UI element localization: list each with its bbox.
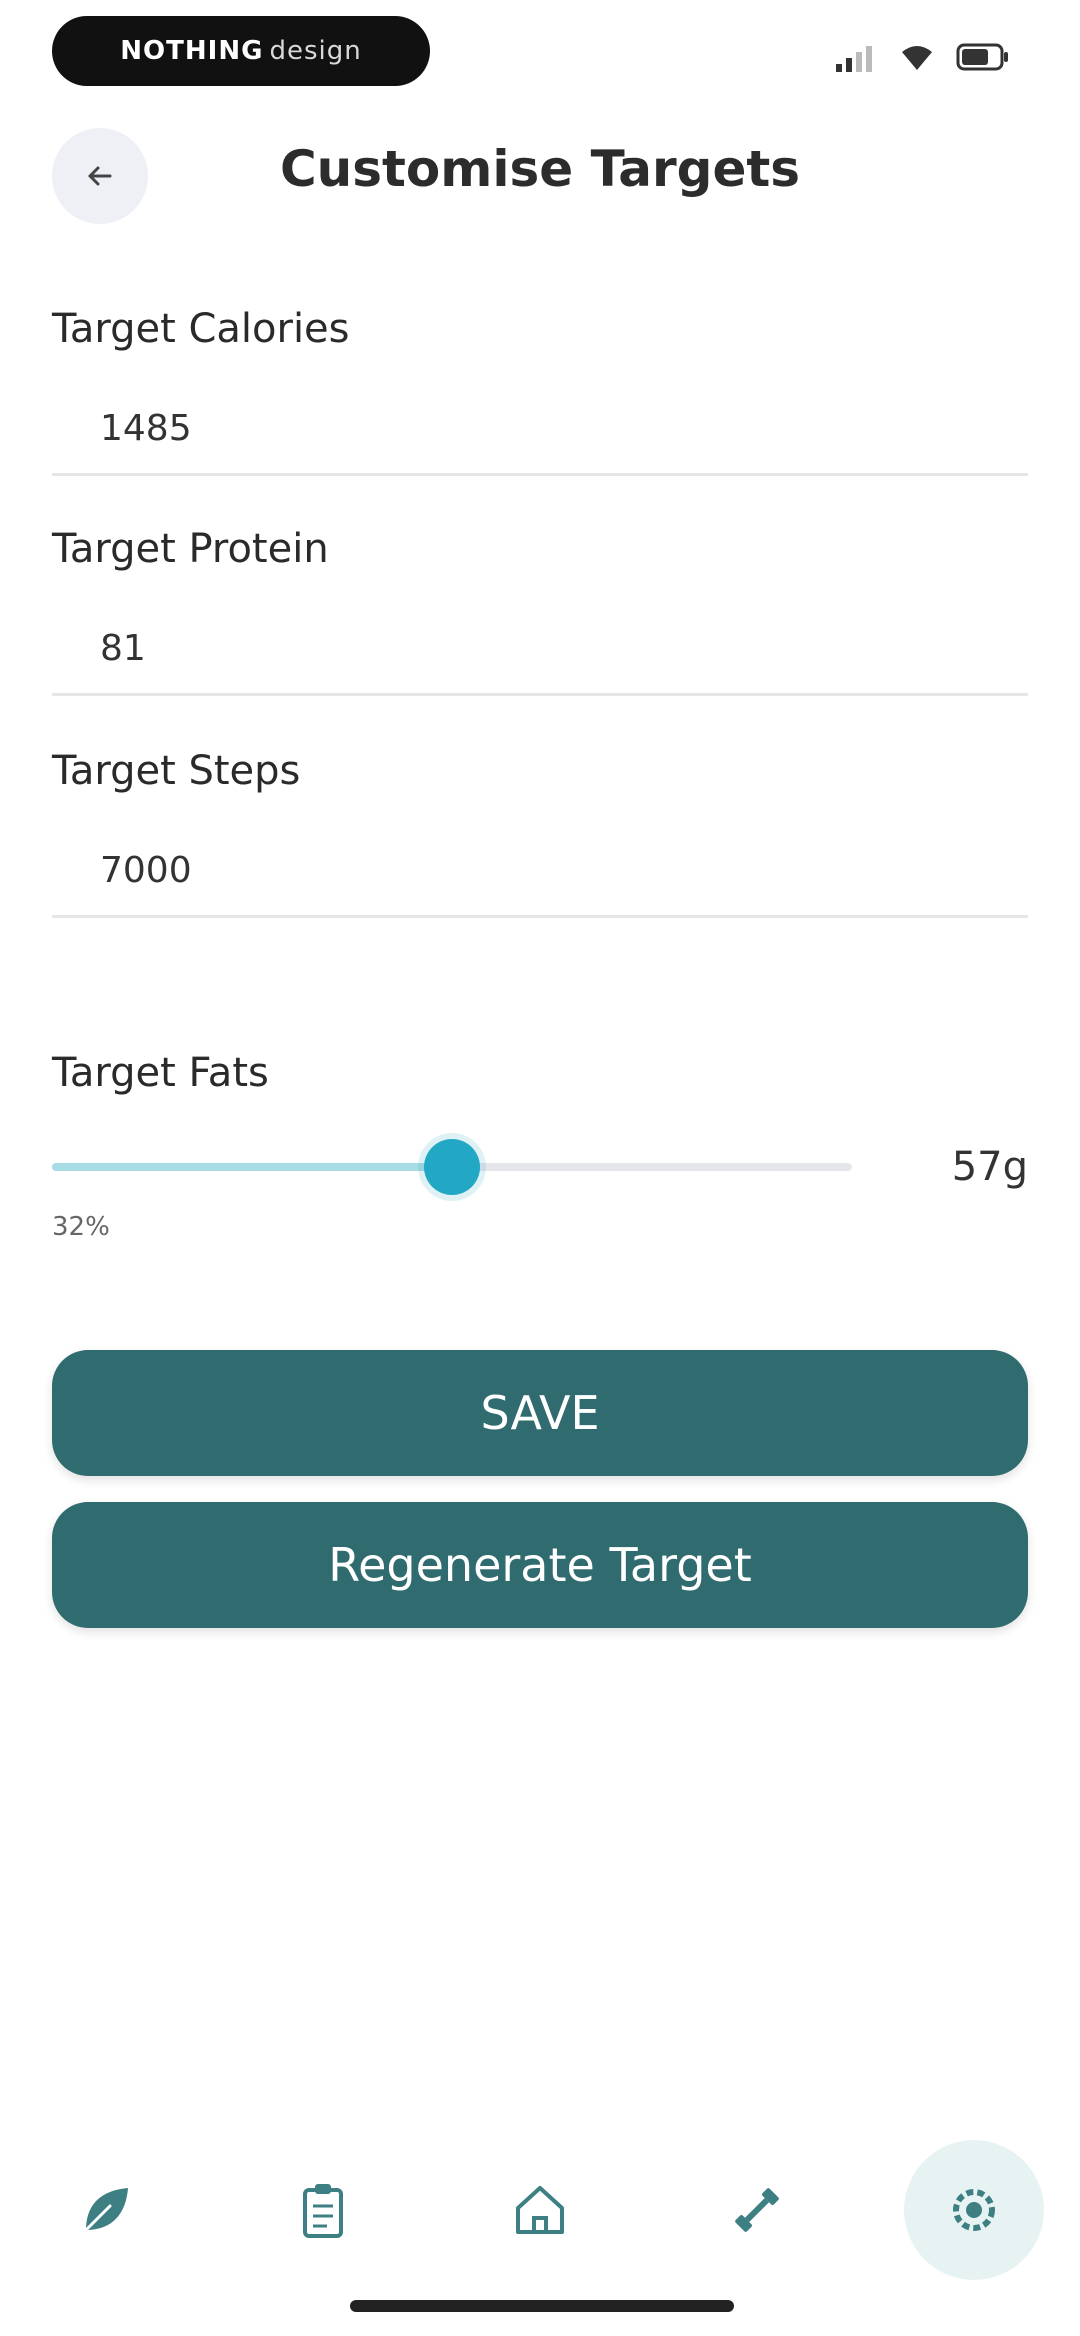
steps-input[interactable] [52,826,1028,918]
settings-icon [953,2189,995,2231]
protein-label: Target Protein [52,526,329,572]
battery-icon [956,43,1008,71]
calories-label: Target Calories [52,306,350,352]
status-icons [834,42,1010,72]
dumbbell-icon [735,2188,779,2232]
bottom-nav [0,2140,1080,2280]
status-pill-left: NOTHING [120,36,264,66]
regenerate-target-button[interactable]: Regenerate Target [52,1502,1028,1628]
status-pill-right: design [269,36,362,66]
signal-icon [836,46,872,72]
clipboard-icon [303,2184,343,2238]
nav-item-workouts[interactable] [697,2150,817,2270]
calories-input[interactable] [52,384,1028,476]
nav-item-home[interactable] [480,2150,600,2270]
leaf-icon [84,2188,128,2232]
page-title: Customise Targets [279,140,801,198]
wifi-icon [902,46,932,70]
fats-slider-fill [52,1163,452,1171]
save-button[interactable]: SAVE [52,1350,1028,1476]
status-pill: NOTHING design [52,16,430,86]
nav-item-settings[interactable] [904,2140,1044,2280]
nav-item-nutrition[interactable] [46,2150,166,2270]
fats-slider-thumb[interactable] [424,1139,480,1195]
steps-label: Target Steps [52,748,301,794]
protein-input[interactable] [52,604,1028,696]
home-indicator [350,2300,734,2312]
nav-item-log[interactable] [263,2150,383,2270]
fats-value: 57g [951,1144,1028,1190]
fats-slider[interactable] [52,1139,852,1195]
fats-label: Target Fats [52,1050,269,1096]
home-icon [516,2186,564,2234]
fats-percent: 32% [52,1212,110,1242]
